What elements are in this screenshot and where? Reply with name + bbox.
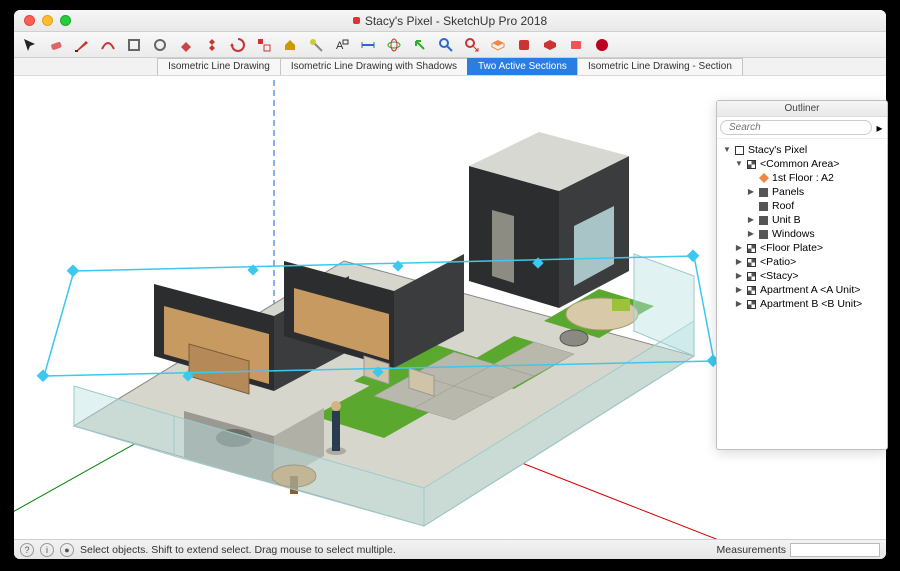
disclosure-icon[interactable]: ▶ (735, 297, 743, 311)
info-icon[interactable]: i (40, 543, 54, 557)
measurements-input[interactable] (790, 543, 880, 557)
comp4-icon (746, 257, 757, 268)
disclosure-icon[interactable]: ▶ (735, 283, 743, 297)
tree-item-label: <Common Area> (760, 157, 839, 171)
tree-row[interactable]: 1st Floor : A2 (719, 171, 885, 185)
tree-item-label: Roof (772, 199, 794, 213)
comp4-icon (746, 159, 757, 170)
tree-row[interactable]: ▶ <Stacy> (719, 269, 885, 283)
comp4-icon (746, 243, 757, 254)
dimension-icon[interactable] (360, 37, 376, 53)
rotate-icon[interactable] (230, 37, 246, 53)
pan-icon[interactable] (412, 37, 428, 53)
tree-item-label: Apartment B <B Unit> (760, 297, 862, 311)
comp4-icon (746, 299, 757, 310)
tree-row[interactable]: ▶ Apartment A <A Unit> (719, 283, 885, 297)
layer-icon[interactable] (516, 37, 532, 53)
main-toolbar: A (14, 32, 886, 58)
help-icon[interactable]: ? (20, 543, 34, 557)
outliner-title: Outliner (717, 101, 887, 117)
building-unit-b (469, 132, 629, 308)
zoom-button[interactable] (60, 15, 71, 26)
model-icon (734, 145, 745, 156)
zoom-icon[interactable] (438, 37, 454, 53)
disclosure-icon[interactable]: ▶ (735, 241, 743, 255)
tape-icon[interactable] (308, 37, 324, 53)
warehouse-icon[interactable] (542, 37, 558, 53)
tree-item-label: <Floor Plate> (760, 241, 823, 255)
tree-row[interactable]: ▶ <Patio> (719, 255, 885, 269)
move-icon[interactable] (204, 37, 220, 53)
disclosure-icon[interactable]: ▶ (735, 255, 743, 269)
titlebar: Stacy's Pixel - SketchUp Pro 2018 (14, 10, 886, 32)
tree-item-label: Stacy's Pixel (748, 143, 807, 157)
select-arrow-icon[interactable] (22, 37, 38, 53)
disclosure-icon[interactable]: ▶ (747, 213, 755, 227)
tree-item-label: Panels (772, 185, 804, 199)
outliner-tree[interactable]: ▼ Stacy's Pixel ▼ <Common Area>1st Floor : … (717, 139, 887, 449)
disclosure-icon[interactable]: ▶ (747, 185, 755, 199)
disclosure-icon[interactable]: ▼ (735, 157, 743, 171)
window-title-text: Stacy's Pixel - SketchUp Pro 2018 (365, 14, 547, 28)
outliner-search-row: ▸ (717, 117, 887, 139)
scale-icon[interactable] (256, 37, 272, 53)
outliner-search-input[interactable] (720, 120, 872, 135)
minimize-button[interactable] (42, 15, 53, 26)
tree-item-label: <Patio> (760, 255, 796, 269)
filled-icon (758, 229, 769, 240)
zoom-extents-icon[interactable] (464, 37, 480, 53)
document-modified-icon (353, 17, 360, 24)
tree-row[interactable]: ▶ <Floor Plate> (719, 241, 885, 255)
tree-row[interactable]: ▼ <Common Area> (719, 157, 885, 171)
filled-icon (758, 215, 769, 226)
section-icon (758, 173, 769, 184)
arc-icon[interactable] (100, 37, 116, 53)
disclosure-icon[interactable]: ▼ (723, 143, 731, 157)
comp4-icon (746, 285, 757, 296)
tree-item-label: 1st Floor : A2 (772, 171, 834, 185)
ruby-icon[interactable] (594, 37, 610, 53)
tree-row[interactable]: ▶ Unit B (719, 213, 885, 227)
outliner-menu-icon[interactable]: ▸ (875, 120, 884, 135)
scene-tabs: Isometric Line DrawingIsometric Line Dra… (14, 58, 886, 76)
scene-tab[interactable]: Two Active Sections (467, 58, 578, 75)
extension-icon[interactable] (568, 37, 584, 53)
window-controls (24, 15, 71, 26)
eraser-icon[interactable] (48, 37, 64, 53)
section-icon[interactable] (490, 37, 506, 53)
orbit-icon[interactable] (386, 37, 402, 53)
pencil-icon[interactable] (74, 37, 90, 53)
patio-sofa (566, 298, 638, 330)
circle-icon[interactable] (152, 37, 168, 53)
scene-tab[interactable]: Isometric Line Drawing with Shadows (280, 58, 468, 75)
disclosure-icon[interactable]: ▶ (735, 269, 743, 283)
fire-pit (560, 330, 588, 346)
tree-item-label: <Stacy> (760, 269, 799, 283)
outliner-panel[interactable]: Outliner ▸ ▼ Stacy's Pixel ▼ <Common Area>1… (716, 100, 888, 450)
status-hint: Select objects. Shift to extend select. … (80, 544, 396, 556)
comp4-icon (746, 271, 757, 282)
scene-tab[interactable]: Isometric Line Drawing - Section (577, 58, 743, 75)
text-icon[interactable]: A (334, 37, 350, 53)
rectangle-icon[interactable] (126, 37, 142, 53)
statusbar: ? i ● Select objects. Shift to extend se… (14, 539, 886, 559)
tree-row[interactable]: ▼ Stacy's Pixel (719, 143, 885, 157)
close-button[interactable] (24, 15, 35, 26)
pushpull-icon[interactable] (178, 37, 194, 53)
window-title: Stacy's Pixel - SketchUp Pro 2018 (14, 14, 886, 28)
tree-item-label: Windows (772, 227, 815, 241)
tree-item-label: Apartment A <A Unit> (760, 283, 860, 297)
tree-row[interactable]: ▶ Apartment B <B Unit> (719, 297, 885, 311)
tree-item-label: Unit B (772, 213, 801, 227)
scene-tab[interactable]: Isometric Line Drawing (157, 58, 281, 75)
paint-bucket-icon[interactable] (282, 37, 298, 53)
tree-row[interactable]: ▶ Panels (719, 185, 885, 199)
filled-icon (758, 201, 769, 212)
tree-row[interactable]: Roof (719, 199, 885, 213)
measurements-label: Measurements (717, 544, 786, 556)
disclosure-icon[interactable]: ▶ (747, 227, 755, 241)
filled-icon (758, 187, 769, 198)
user-icon[interactable]: ● (60, 543, 74, 557)
tree-row[interactable]: ▶ Windows (719, 227, 885, 241)
